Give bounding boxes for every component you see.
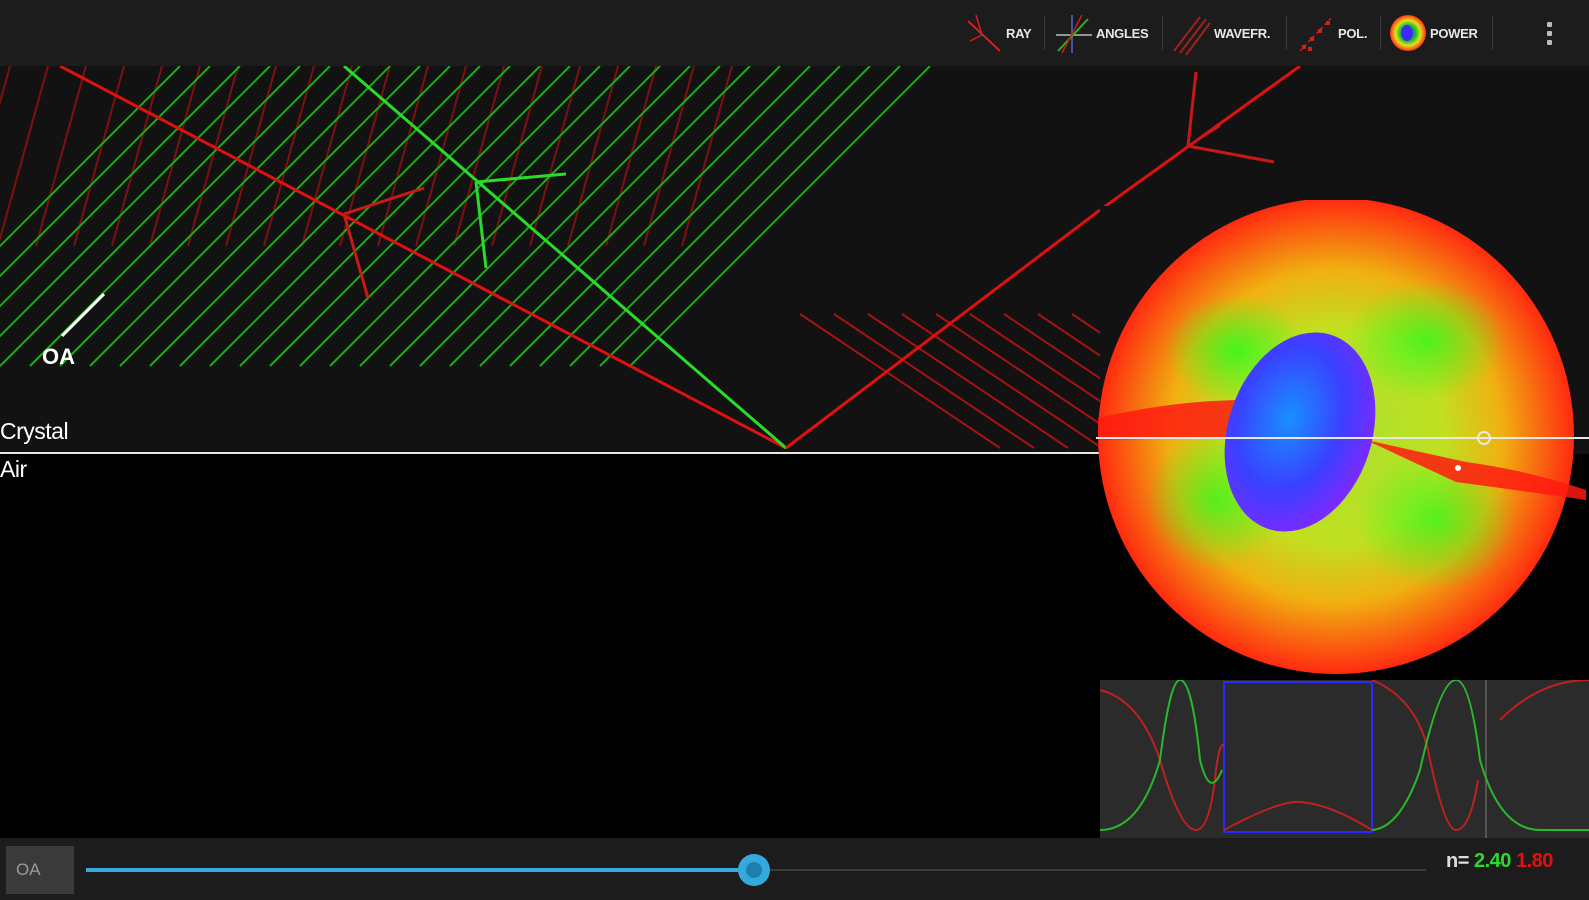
- toolbar-divider: [1044, 16, 1045, 50]
- ordinary-wavefronts: [0, 66, 931, 367]
- slider-thumb[interactable]: [738, 854, 770, 886]
- overflow-menu-icon[interactable]: [1539, 16, 1559, 50]
- polarization-icon: [1299, 16, 1333, 52]
- angles-button[interactable]: ANGLES: [1052, 8, 1149, 58]
- plot-blue-box: [1223, 681, 1373, 833]
- plot-red-inner: [1223, 800, 1373, 831]
- wavefront-line: [867, 313, 1069, 449]
- air-label: Air: [0, 456, 27, 482]
- wavefront-line: [1003, 313, 1100, 380]
- ray-button[interactable]: RAY: [962, 8, 1032, 58]
- optic-axis-label: OA: [42, 344, 75, 369]
- polarization-marker: [1186, 71, 1198, 147]
- interface-line: [0, 452, 1100, 454]
- wavefront-line: [799, 313, 1001, 449]
- power-button[interactable]: POWER: [1388, 8, 1478, 58]
- polarization-label: POL.: [1338, 25, 1368, 41]
- plot-green-curve: [1099, 678, 1589, 831]
- crystal-label: Crystal: [0, 418, 69, 444]
- bottom-bar: OA n= 2.40 1.80: [0, 838, 1589, 900]
- polarization-button[interactable]: POL.: [1294, 8, 1367, 58]
- ray-icon: [967, 14, 1001, 52]
- n-ordinary: 2.40: [1473, 850, 1511, 872]
- power-label: POWER: [1430, 25, 1478, 41]
- plot-red-curve: [1099, 679, 1589, 832]
- power-sphere[interactable]: [1096, 200, 1589, 676]
- angles-label: ANGLES: [1096, 25, 1149, 41]
- n-extraordinary: 1.80: [1515, 850, 1553, 872]
- intensity-plot: [1099, 678, 1589, 838]
- n-prefix: n=: [1446, 850, 1469, 872]
- wavefront-line: [263, 66, 315, 247]
- reflected-ray-segment: [1102, 66, 1301, 206]
- angles-icon: [1056, 14, 1092, 54]
- polarization-marker: [474, 181, 488, 269]
- wavefront-button[interactable]: WAVEFR.: [1170, 8, 1270, 58]
- ray-label: RAY: [1006, 25, 1032, 41]
- toolbar-divider: [1162, 16, 1163, 50]
- reflected-ray-extension: [1102, 66, 1301, 206]
- wavefront-line: [935, 313, 1100, 426]
- wavefront-label: WAVEFR.: [1214, 25, 1271, 41]
- ray-diagram[interactable]: [0, 66, 1100, 456]
- polarization-marker: [1187, 125, 1221, 147]
- reflected-wavefronts: [799, 313, 1100, 449]
- toolbar-divider: [1492, 16, 1493, 50]
- intensity-plot-svg: [1099, 678, 1589, 838]
- wavefront-line: [567, 66, 619, 247]
- slider-fill: [86, 868, 754, 872]
- sphere-point: [1455, 465, 1461, 471]
- refractive-index-readout: n= 2.40 1.80: [1446, 850, 1553, 873]
- wavefront-line: [491, 66, 543, 247]
- extraordinary-ray: [785, 208, 1100, 450]
- wavefront-line: [35, 66, 87, 247]
- wavefront-line: [149, 66, 201, 247]
- action-bar: RAY ANGLES WAVEFR. POL. POWER: [0, 0, 1589, 66]
- toolbar-divider: [1380, 16, 1381, 50]
- optic-axis-toggle-button[interactable]: OA: [6, 846, 74, 894]
- wavefront-line: [339, 66, 391, 247]
- power-icon: [1390, 15, 1426, 51]
- wavefront-line: [0, 66, 49, 243]
- toolbar-divider: [1286, 16, 1287, 50]
- polarization-marker: [1187, 144, 1275, 164]
- wavefront-icon: [1173, 16, 1211, 55]
